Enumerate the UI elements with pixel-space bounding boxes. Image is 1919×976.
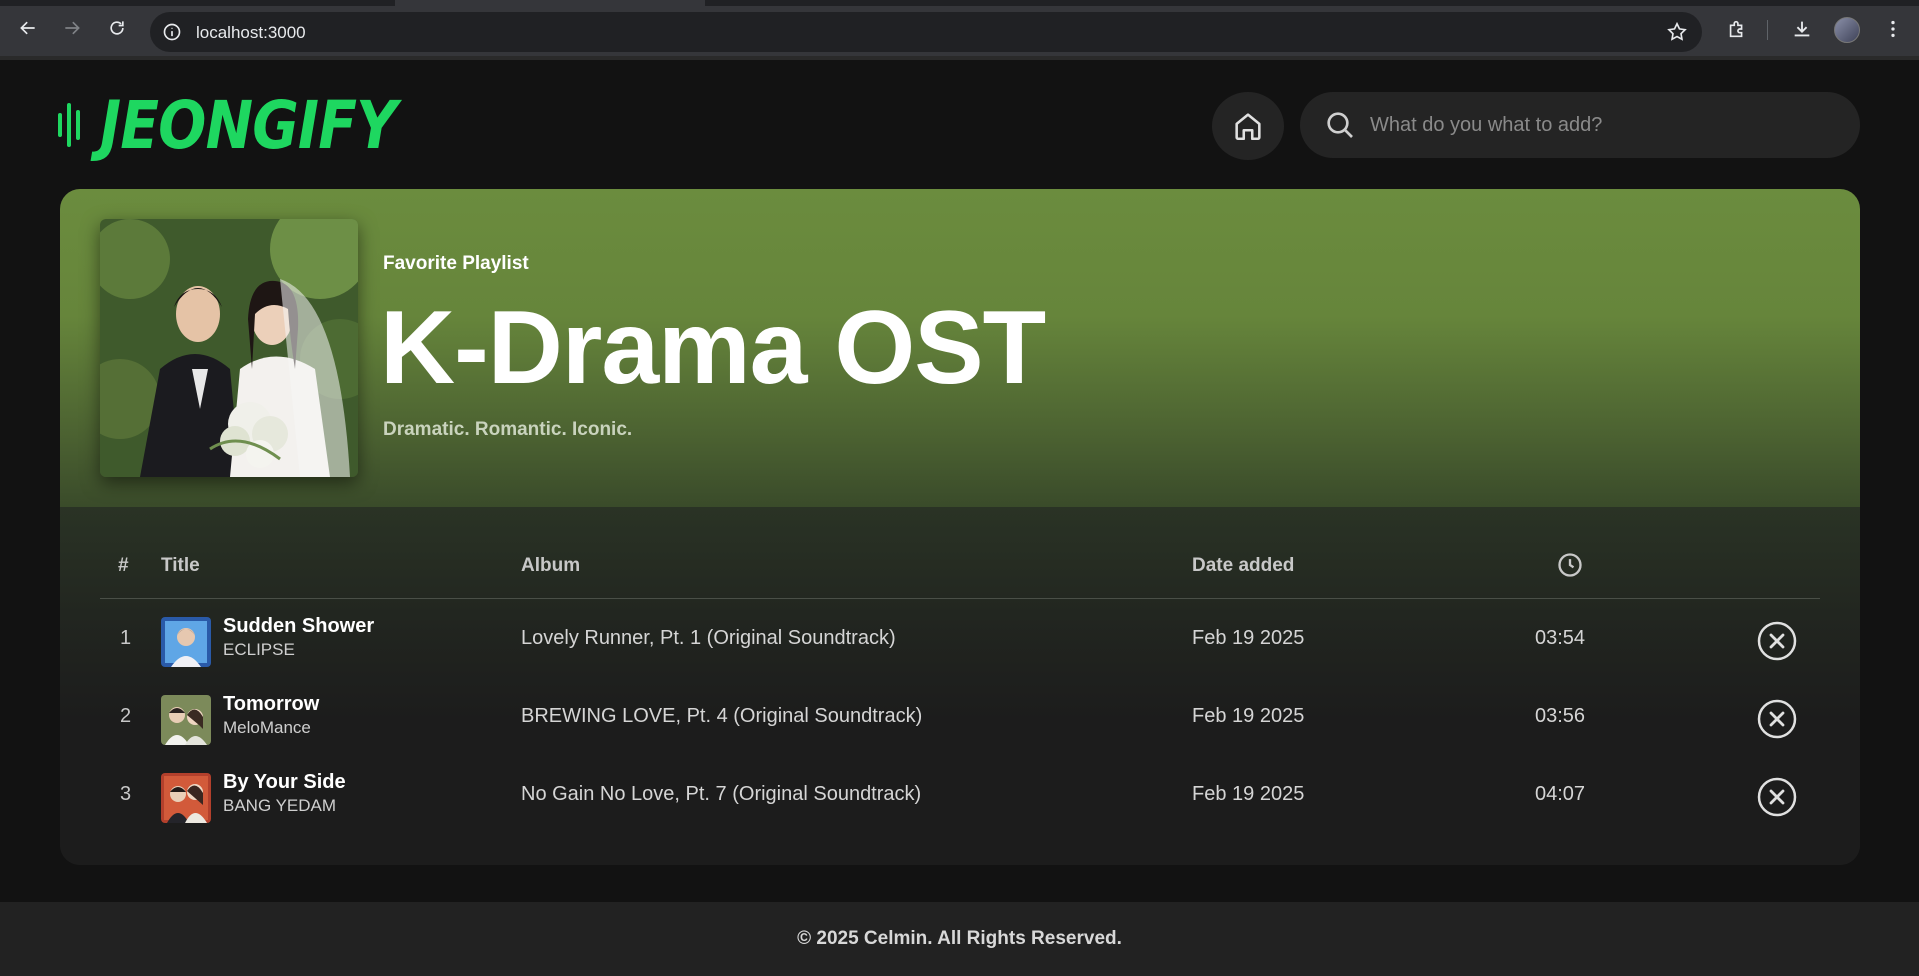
track-row[interactable]: 2 Tomorrow MeloMance BREWING LOVE, Pt. 4… xyxy=(100,681,1820,751)
track-duration: 03:54 xyxy=(1535,627,1586,649)
browser-chrome: localhost:3000 xyxy=(0,0,1919,60)
back-button[interactable] xyxy=(14,14,42,42)
track-number: 1 xyxy=(120,627,132,649)
puzzle-icon xyxy=(1729,20,1743,38)
bookmark-star-icon[interactable] xyxy=(1666,21,1688,43)
tab-strip xyxy=(0,0,1919,6)
arrow-right-icon xyxy=(65,21,80,35)
track-thumbnail xyxy=(161,695,211,745)
header-title: Title xyxy=(161,555,200,576)
playlist-title: K-Drama OST xyxy=(380,290,1046,406)
track-thumbnail xyxy=(161,617,211,667)
track-title[interactable]: Tomorrow xyxy=(223,693,319,716)
home-button[interactable] xyxy=(1212,92,1284,160)
search-input[interactable] xyxy=(1370,92,1840,158)
track-title[interactable]: Sudden Shower xyxy=(223,615,374,638)
track-number: 2 xyxy=(120,705,132,727)
track-duration: 03:56 xyxy=(1535,705,1586,727)
browser-menu-button[interactable] xyxy=(1880,16,1906,42)
search-bar[interactable] xyxy=(1300,92,1860,158)
header-date-added: Date added xyxy=(1192,555,1295,576)
soundwave-icon xyxy=(58,103,80,147)
kebab-menu-icon xyxy=(1891,20,1895,38)
track-row[interactable]: 1 Sudden Shower ECLIPSE Lovely Runner, P… xyxy=(100,603,1820,673)
track-title[interactable]: By Your Side xyxy=(223,771,346,794)
reload-icon xyxy=(110,21,124,35)
forward-button[interactable] xyxy=(58,14,86,42)
track-row[interactable]: 3 By Your Side BANG YEDAM No Gain No Lov… xyxy=(100,759,1820,829)
active-tab[interactable] xyxy=(395,0,705,6)
address-bar[interactable]: localhost:3000 xyxy=(150,12,1702,52)
track-list: # Title Album Date added 1 Sudden Shower… xyxy=(60,507,1860,865)
copyright-text: © 2025 Celmin. All Rights Reserved. xyxy=(797,928,1122,949)
clock-icon xyxy=(1558,553,1582,577)
track-table-header: # Title Album Date added xyxy=(100,553,1820,599)
track-number: 3 xyxy=(120,783,132,805)
toolbar-divider xyxy=(1767,20,1768,40)
reload-button[interactable] xyxy=(103,14,131,42)
track-album: Lovely Runner, Pt. 1 (Original Soundtrac… xyxy=(521,627,896,649)
track-duration: 04:07 xyxy=(1535,783,1586,805)
info-icon[interactable] xyxy=(162,22,182,42)
track-thumbnail xyxy=(161,773,211,823)
playlist-cover-image xyxy=(100,219,358,477)
playlist-card: Favorite Playlist K-Drama OST Dramatic. … xyxy=(60,189,1860,865)
remove-track-icon[interactable] xyxy=(1757,621,1797,661)
footer: © 2025 Celmin. All Rights Reserved. xyxy=(0,902,1919,976)
remove-track-icon[interactable] xyxy=(1757,777,1797,817)
playlist-hero: Favorite Playlist K-Drama OST Dramatic. … xyxy=(60,189,1860,507)
track-date-added: Feb 19 2025 xyxy=(1192,783,1305,805)
track-artist[interactable]: MeloMance xyxy=(223,718,311,738)
header-number: # xyxy=(118,555,129,576)
track-artist[interactable]: ECLIPSE xyxy=(223,640,295,660)
home-icon xyxy=(1235,113,1261,141)
download-icon xyxy=(1794,21,1810,37)
track-date-added: Feb 19 2025 xyxy=(1192,627,1305,649)
search-icon xyxy=(1327,112,1353,138)
downloads-button[interactable] xyxy=(1789,16,1815,42)
chrome-border xyxy=(0,56,1919,60)
header-album: Album xyxy=(521,555,581,576)
arrow-left-icon xyxy=(20,21,35,35)
track-date-added: Feb 19 2025 xyxy=(1192,705,1305,727)
extensions-button[interactable] xyxy=(1724,16,1750,42)
track-album: No Gain No Love, Pt. 7 (Original Soundtr… xyxy=(521,783,922,805)
track-album: BREWING LOVE, Pt. 4 (Original Soundtrack… xyxy=(521,705,923,727)
profile-avatar[interactable] xyxy=(1834,17,1860,43)
track-artist[interactable]: BANG YEDAM xyxy=(223,796,336,816)
app-logo[interactable]: JEONGIFY xyxy=(58,87,445,164)
playlist-label: Favorite Playlist xyxy=(383,253,529,274)
logo-text: JEONGIFY xyxy=(100,86,397,164)
playlist-description: Dramatic. Romantic. Iconic. xyxy=(383,419,633,440)
url-text[interactable]: localhost:3000 xyxy=(196,23,306,43)
remove-track-icon[interactable] xyxy=(1757,699,1797,739)
